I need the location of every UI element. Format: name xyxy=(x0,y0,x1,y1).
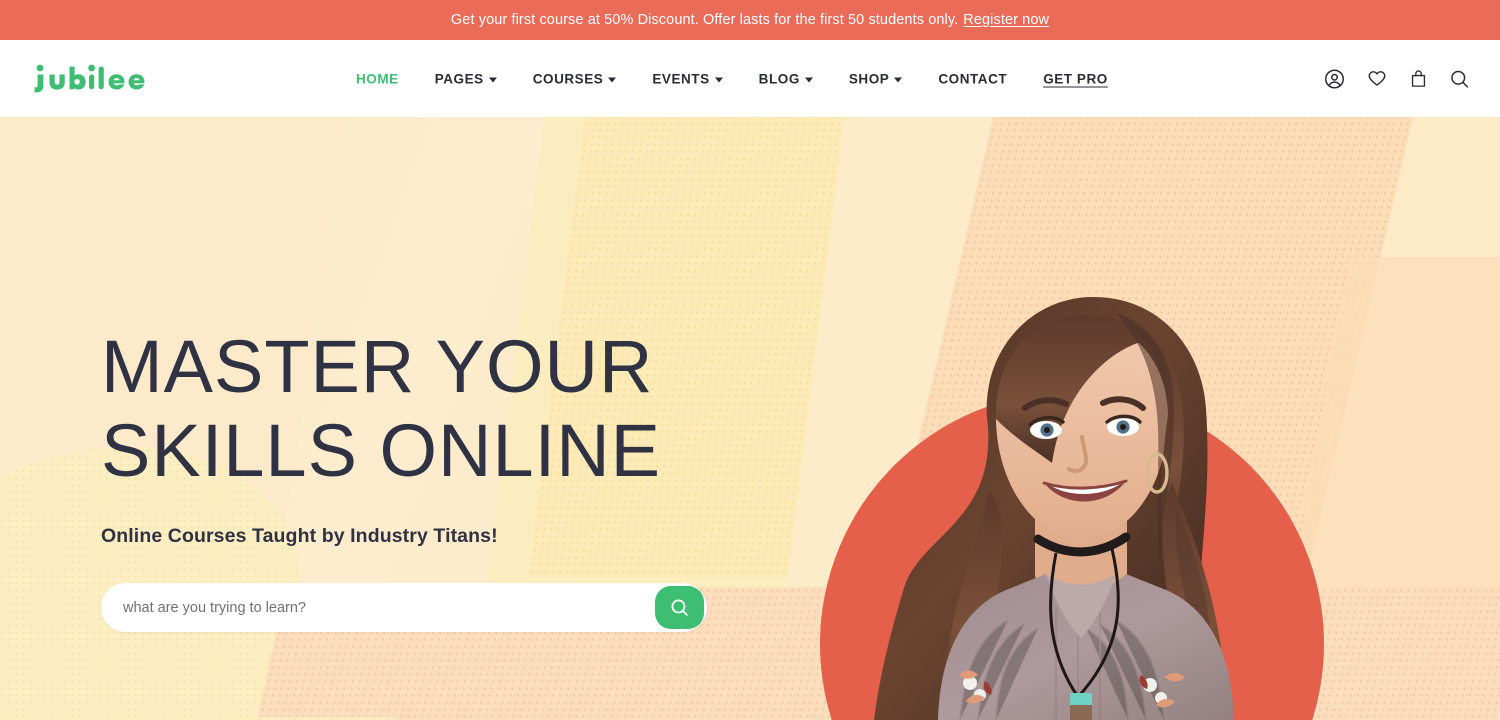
site-logo[interactable] xyxy=(33,64,157,94)
nav-label: EVENTS xyxy=(652,71,710,86)
nav-item-courses[interactable]: COURSES xyxy=(533,71,617,86)
wishlist-heart-icon[interactable] xyxy=(1366,68,1388,89)
site-header: HOME PAGES COURSES EVENTS BLOG SHOP CONT… xyxy=(0,40,1500,117)
register-now-link[interactable]: Register now xyxy=(963,12,1049,28)
page-root: Get your first course at 50% Discount. O… xyxy=(0,0,1500,720)
nav-item-events[interactable]: EVENTS xyxy=(652,71,723,86)
hero-search-bar xyxy=(101,583,707,632)
hero-heading: MASTER YOUR SKILLS ONLINE xyxy=(101,325,662,492)
chevron-down-icon xyxy=(714,77,723,82)
search-icon[interactable] xyxy=(1449,68,1470,89)
header-icon-group xyxy=(1324,68,1470,89)
nav-item-shop[interactable]: SHOP xyxy=(848,71,903,86)
nav-item-get-pro[interactable]: GET PRO xyxy=(1043,71,1108,86)
nav-item-home[interactable]: HOME xyxy=(356,71,399,86)
announcement-message: Get your first course at 50% Discount. O… xyxy=(450,12,959,28)
nav-label: PAGES xyxy=(434,71,484,86)
hero-search-input[interactable] xyxy=(101,599,655,616)
nav-item-contact[interactable]: CONTACT xyxy=(938,71,1007,86)
hero-section: MASTER YOUR SKILLS ONLINE Online Courses… xyxy=(0,117,1500,720)
hero-content: MASTER YOUR SKILLS ONLINE Online Courses… xyxy=(101,325,761,632)
chevron-down-icon xyxy=(894,77,903,82)
nav-label: COURSES xyxy=(532,71,604,86)
chevron-down-icon xyxy=(488,77,497,82)
main-navigation: HOME PAGES COURSES EVENTS BLOG SHOP CONT… xyxy=(356,71,1108,86)
nav-item-pages[interactable]: PAGES xyxy=(435,71,497,86)
nav-label: SHOP xyxy=(848,71,890,86)
nav-label: CONTACT xyxy=(938,71,1008,86)
chevron-down-icon xyxy=(804,77,813,82)
hero-subheading: Online Courses Taught by Industry Titans… xyxy=(101,525,498,547)
hero-portrait-image xyxy=(820,277,1340,720)
logo-wordmark-icon xyxy=(34,64,145,92)
nav-item-blog[interactable]: BLOG xyxy=(759,71,813,86)
nav-label: BLOG xyxy=(758,71,800,86)
nav-label: GET PRO xyxy=(1043,71,1108,86)
nav-label: HOME xyxy=(356,71,399,86)
search-icon xyxy=(671,599,688,616)
chevron-down-icon xyxy=(608,77,617,82)
cart-bag-icon[interactable] xyxy=(1409,68,1428,89)
account-icon[interactable] xyxy=(1324,68,1345,89)
hero-search-button[interactable] xyxy=(655,586,704,629)
announcement-bar: Get your first course at 50% Discount. O… xyxy=(0,0,1500,40)
